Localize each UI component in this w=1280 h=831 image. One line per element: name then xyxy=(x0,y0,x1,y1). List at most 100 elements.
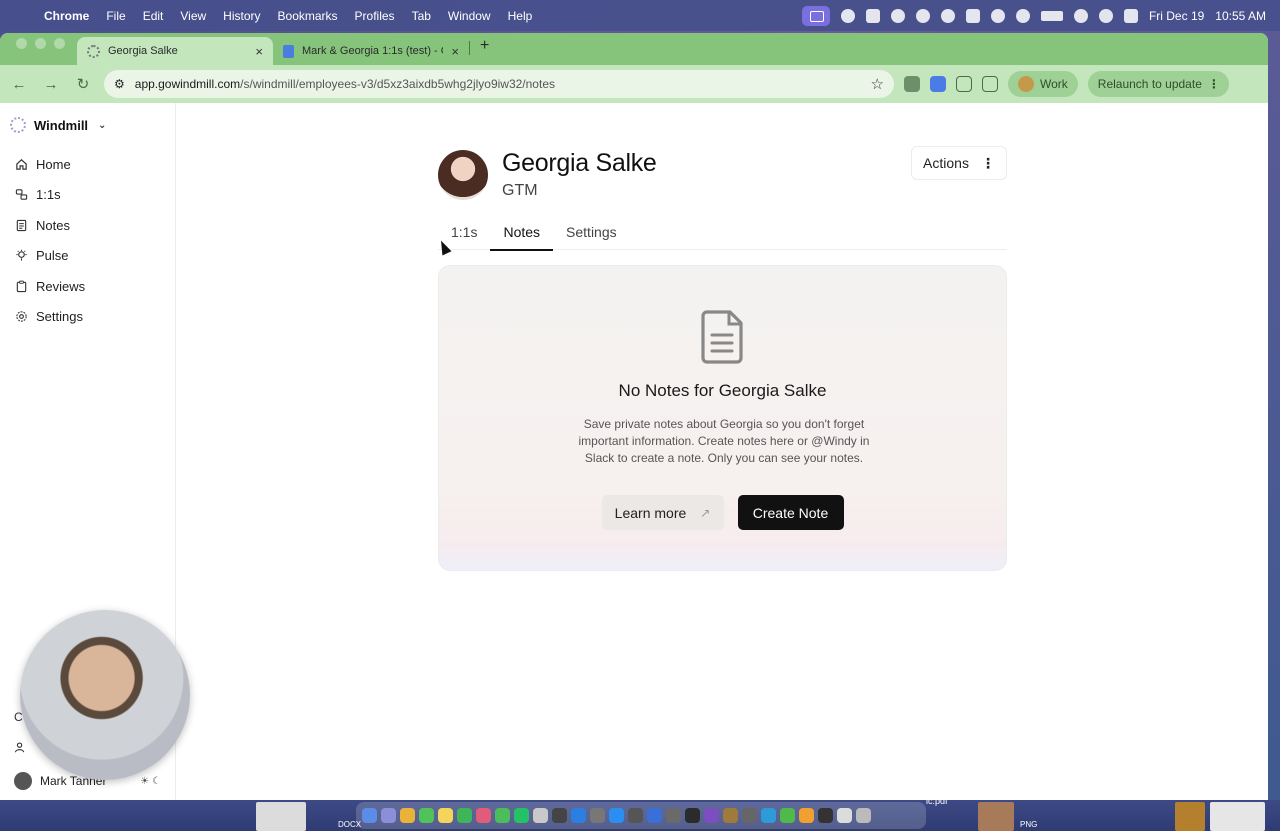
obs-icon[interactable] xyxy=(552,808,567,823)
menu-bookmarks[interactable]: Bookmarks xyxy=(278,9,338,23)
app-icon[interactable] xyxy=(666,808,681,823)
relaunch-label: Relaunch to update xyxy=(1097,77,1202,91)
pages-icon[interactable] xyxy=(799,808,814,823)
terminal-icon[interactable] xyxy=(685,808,700,823)
menubar-date[interactable]: Fri Dec 19 xyxy=(1149,9,1204,23)
wind-icon[interactable] xyxy=(965,8,980,23)
relaunch-button[interactable]: Relaunch to update ⋮ xyxy=(1087,71,1229,97)
leaf-icon[interactable] xyxy=(890,8,905,23)
browser-tab-georgia-salke[interactable]: Georgia Salke × xyxy=(77,37,273,65)
sidebar-item-settings[interactable]: Settings xyxy=(0,302,175,333)
spotify-icon[interactable] xyxy=(514,808,529,823)
moon-icon[interactable] xyxy=(990,8,1005,23)
menu-window[interactable]: Window xyxy=(448,9,491,23)
extension-status-icon[interactable] xyxy=(840,8,855,23)
dock-photo-thumbnail[interactable] xyxy=(978,802,1014,831)
tab-notes[interactable]: Notes xyxy=(490,213,553,251)
wifi-icon[interactable] xyxy=(1073,8,1088,23)
tab-close-icon[interactable]: × xyxy=(255,44,263,59)
whatsapp-icon[interactable] xyxy=(495,808,510,823)
dock-document-thumbnail[interactable] xyxy=(256,802,306,831)
preview-icon[interactable] xyxy=(837,808,852,823)
tab-search-icon[interactable] xyxy=(982,76,998,92)
forward-arrow-icon[interactable]: → xyxy=(40,76,62,93)
dock-folder-thumbnail[interactable] xyxy=(1175,802,1205,831)
learn-more-button[interactable]: Learn more ↗ xyxy=(601,495,724,530)
sidebar-item-label: Reviews xyxy=(36,278,86,294)
create-note-button[interactable]: Create Note xyxy=(737,495,844,530)
sidebar-item-label: Home xyxy=(36,156,71,172)
menu-app-name[interactable]: Chrome xyxy=(44,9,89,23)
puzzle-extensions-icon[interactable] xyxy=(956,76,972,92)
numbers-icon[interactable] xyxy=(780,808,795,823)
blue-extension-icon[interactable] xyxy=(930,76,946,92)
app-icon[interactable] xyxy=(761,808,776,823)
browser-toolbar: ← → ↻ ⚙ app.gowindmill.com/s/windmill/em… xyxy=(0,65,1268,103)
bookmark-star-icon[interactable]: ☆ xyxy=(871,75,884,93)
app-icon[interactable] xyxy=(590,808,605,823)
home-icon xyxy=(15,158,28,171)
trash-icon[interactable] xyxy=(856,808,871,823)
sidebar-item-1-1s[interactable]: 1:1s xyxy=(0,180,175,211)
new-tab-button[interactable]: + xyxy=(470,37,499,61)
notes-app-icon[interactable] xyxy=(438,808,453,823)
github-icon[interactable] xyxy=(704,808,719,823)
sidebar-item-notes[interactable]: Notes xyxy=(0,210,175,241)
webcam-overlay[interactable] xyxy=(20,610,190,780)
menubar-time[interactable]: 10:55 AM xyxy=(1215,9,1266,23)
play-icon[interactable] xyxy=(1015,8,1030,23)
app-icon[interactable] xyxy=(742,808,757,823)
search-icon[interactable] xyxy=(1098,8,1113,23)
sidebar-item-label: Notes xyxy=(36,217,70,233)
app-icon[interactable] xyxy=(628,808,643,823)
menu-file[interactable]: File xyxy=(106,9,125,23)
browser-tab-mark-georgia-doc[interactable]: Mark & Georgia 1:1s (test) - G × xyxy=(273,37,469,65)
reload-icon[interactable]: ↻ xyxy=(72,75,94,93)
onepassword-icon[interactable] xyxy=(647,808,662,823)
extension-icon[interactable] xyxy=(904,76,920,92)
menu-help[interactable]: Help xyxy=(508,9,533,23)
profile-avatar-icon xyxy=(1018,76,1034,92)
dock-window-thumbnail[interactable] xyxy=(1210,802,1265,831)
menu-tab[interactable]: Tab xyxy=(412,9,431,23)
gear-status-icon[interactable] xyxy=(865,8,880,23)
workspace-switcher[interactable]: Windmill ⌄ xyxy=(0,103,175,147)
app-store-icon[interactable] xyxy=(609,808,624,823)
site-settings-icon[interactable]: ⚙ xyxy=(114,77,125,91)
messages-icon[interactable] xyxy=(419,808,434,823)
address-bar[interactable]: ⚙ app.gowindmill.com/s/windmill/employee… xyxy=(104,70,894,98)
finder-icon[interactable] xyxy=(362,808,377,823)
google-docs-icon xyxy=(283,44,294,58)
tab-settings[interactable]: Settings xyxy=(553,213,630,250)
app-icon[interactable] xyxy=(818,808,833,823)
sidebar-item-reviews[interactable]: Reviews xyxy=(0,271,175,302)
menu-view[interactable]: View xyxy=(180,9,206,23)
menu-history[interactable]: History xyxy=(223,9,260,23)
sidebar-item-home[interactable]: Home xyxy=(0,149,175,180)
back-arrow-icon[interactable]: ← xyxy=(8,76,30,93)
close-window-button[interactable] xyxy=(16,38,27,49)
control-center-icon[interactable] xyxy=(1123,8,1138,23)
menu-edit[interactable]: Edit xyxy=(143,9,164,23)
app-icon[interactable] xyxy=(723,808,738,823)
zoom-icon[interactable] xyxy=(571,808,586,823)
globe-icon[interactable] xyxy=(940,8,955,23)
battery-icon[interactable] xyxy=(1040,10,1063,21)
theme-toggle-icon[interactable]: ☀ ☾ xyxy=(140,776,161,787)
sidebar-nav: Home 1:1s Notes Pulse Reviews Settings xyxy=(0,147,175,332)
slack-icon[interactable] xyxy=(476,808,491,823)
screen-record-icon[interactable] xyxy=(801,5,830,26)
tab-close-icon[interactable]: × xyxy=(451,44,459,59)
sync-icon[interactable] xyxy=(915,8,930,23)
facetime-icon[interactable] xyxy=(457,808,472,823)
chrome-icon[interactable] xyxy=(400,808,415,823)
actions-button[interactable]: Actions ⋮ xyxy=(911,146,1007,180)
dock-file-label: ic.pdf xyxy=(926,796,948,806)
launchpad-icon[interactable] xyxy=(381,808,396,823)
sidebar-item-pulse[interactable]: Pulse xyxy=(0,241,175,272)
minimize-window-button[interactable] xyxy=(35,38,46,49)
zoom-window-button[interactable] xyxy=(54,38,65,49)
menu-profiles[interactable]: Profiles xyxy=(355,9,395,23)
profile-chip[interactable]: Work xyxy=(1008,71,1078,97)
settings-app-icon[interactable] xyxy=(533,808,548,823)
